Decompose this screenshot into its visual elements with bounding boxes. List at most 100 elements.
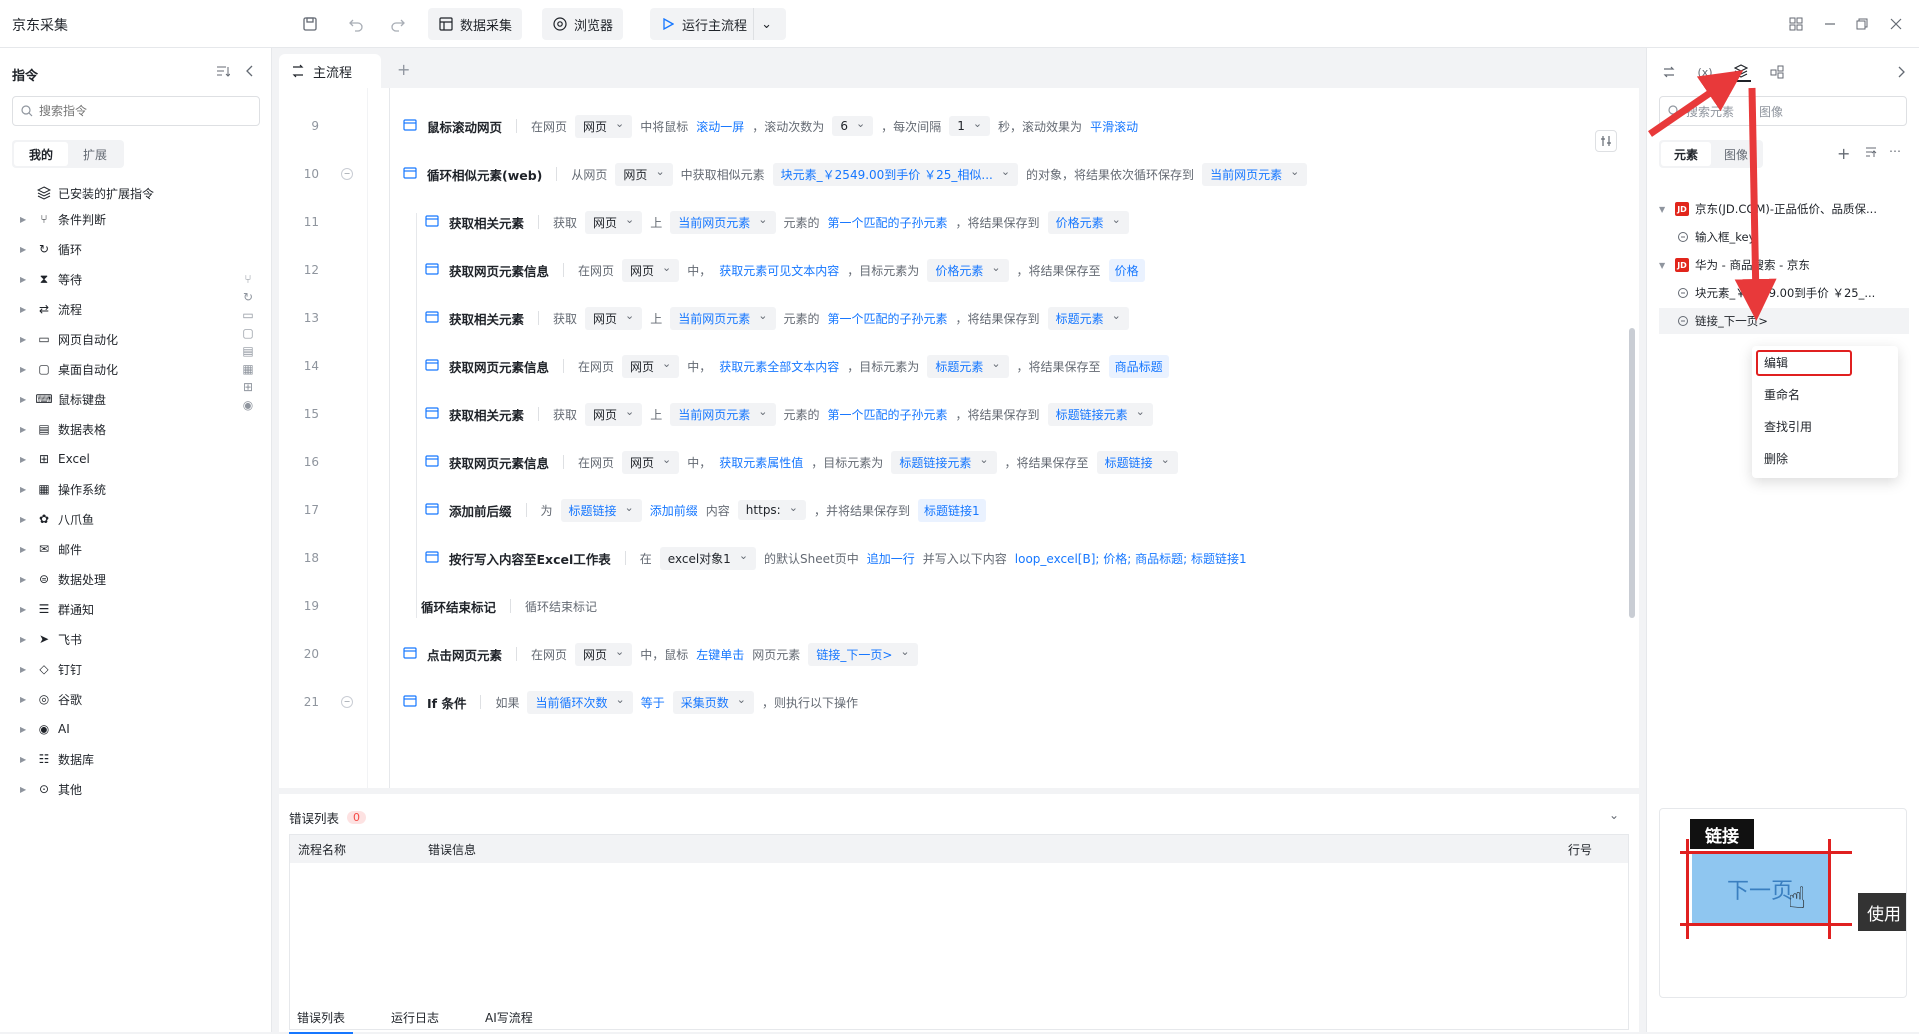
element-item[interactable]: 块元素_￥2549.00到手价 ￥25_... (1677, 280, 1919, 306)
browser-button[interactable]: 浏览器 (542, 8, 624, 40)
expand-caret-icon[interactable]: ▶ (20, 545, 30, 554)
expand-caret-icon[interactable]: ▶ (20, 395, 30, 404)
collapse-panel-chevron-icon[interactable]: ⌄ (1609, 808, 1619, 822)
category-item[interactable]: ▶ ☰ 群通知 (20, 598, 94, 620)
expand-caret-icon[interactable]: ▶ (20, 725, 30, 734)
param-dropdown[interactable]: 网页 (575, 114, 633, 138)
expand-caret-icon[interactable]: ▶ (20, 485, 30, 494)
output-variable[interactable]: 标题链接1 (917, 498, 986, 522)
category-item[interactable]: ▶ ◉ AI (20, 718, 70, 740)
os-icon[interactable]: ▦ (240, 360, 256, 378)
variable-dropdown[interactable]: 采集页数 (672, 690, 754, 714)
category-item[interactable]: ▶ ▢ 桌面自动化 (20, 358, 118, 380)
param-dropdown[interactable]: 1 (949, 116, 991, 136)
flow-step-row[interactable]: 14 获取网页元素信息 在网页网页中， 获取元素全部文本内容 ，目标元素为标题元素 ，将结… (279, 342, 1619, 390)
variable-dropdown[interactable]: 标题链接 (560, 498, 642, 522)
param-dropdown[interactable]: 网页 (622, 354, 680, 378)
expand-caret-icon[interactable]: ▶ (20, 755, 30, 764)
output-variable[interactable]: 价格 (1108, 258, 1145, 282)
flow-switch-icon[interactable] (1659, 62, 1679, 82)
undo-icon[interactable] (344, 12, 368, 36)
table-mini-icon[interactable]: ▤ (240, 342, 256, 360)
param-dropdown[interactable]: 网页 (585, 306, 643, 330)
run-options-chevron-icon[interactable]: ⌄ (753, 8, 779, 40)
category-item[interactable]: ▶ ⧗ 等待 (20, 268, 82, 290)
restore-icon[interactable] (1850, 12, 1874, 36)
branch-icon[interactable]: ⑂ (240, 270, 256, 288)
param-value[interactable]: 追加一行 (867, 550, 915, 567)
param-value[interactable]: 添加前缀 (650, 502, 698, 519)
tab-ai-write-flow[interactable]: AI写流程 (477, 1003, 541, 1034)
web-icon[interactable]: ▭ (240, 306, 256, 324)
flow-step-row[interactable]: 18 按行写入内容至Excel工作表 在 excel对象1 的默认Sheet页中追加一行… (279, 534, 1619, 582)
element-search[interactable]: 搜索元素 图像 (1659, 96, 1907, 126)
flow-step-row[interactable]: 9 鼠标滚动网页 在网页网页中将鼠标滚动一屏 ，滚动次数为 6 ，每次间隔 1 秒，滚动效果为… (279, 102, 1619, 150)
category-item[interactable]: ▶ ▤ 数据表格 (20, 418, 106, 440)
variable-dropdown[interactable]: 当前网页元素 (1202, 162, 1308, 186)
category-item[interactable]: ▶ ⊜ 数据处理 (20, 568, 106, 590)
category-item[interactable]: ▶ ↻ 循环 (20, 238, 82, 260)
expand-caret-icon[interactable]: ▶ (20, 695, 30, 704)
param-value[interactable]: 获取元素全部文本内容 (719, 358, 839, 375)
minimize-icon[interactable] (1818, 12, 1842, 36)
command-search-input[interactable] (39, 104, 239, 118)
tab-mine[interactable]: 我的 (14, 142, 68, 166)
tab-error-list[interactable]: 错误列表 (289, 1003, 354, 1034)
sort-elements-icon[interactable] (1865, 146, 1877, 158)
param-value[interactable]: loop_excel[B]; 价格; 商品标题; 标题链接1 (1015, 550, 1247, 567)
category-item[interactable]: ▶ ⊙ 其他 (20, 778, 82, 800)
expand-caret-icon[interactable]: ▶ (20, 515, 30, 524)
flow-step-row[interactable]: 21 − If 条件 如果当前循环次数等于采集页数 ，则执行以下操作 (279, 678, 1619, 726)
fold-toggle-icon[interactable]: − (341, 168, 353, 180)
category-item[interactable]: ▶ ▦ 操作系统 (20, 478, 106, 500)
editor-scrollbar[interactable] (1629, 328, 1635, 618)
param-value[interactable]: 第一个匹配的子孙元素 (828, 214, 948, 231)
variable-dropdown[interactable]: 标题元素 (1047, 306, 1129, 330)
param-dropdown[interactable]: 网页 (622, 450, 680, 474)
search-by-image[interactable]: 图像 (1750, 102, 1783, 120)
category-item[interactable]: ▶ ▭ 网页自动化 (20, 328, 118, 350)
param-value[interactable]: 第一个匹配的子孙元素 (828, 406, 948, 423)
category-item[interactable]: ▶ ⌨ 鼠标键盘 (20, 388, 106, 410)
data-collect-button[interactable]: 数据采集 (428, 8, 523, 40)
tab-run-log[interactable]: 运行日志 (383, 1003, 447, 1034)
flow-step-row[interactable]: 15 获取相关元素 获取网页上当前网页元素元素的第一个匹配的子孙元素 ，将结果保存到标… (279, 390, 1619, 438)
installed-extensions-item[interactable]: 已安装的扩展指令 (36, 182, 154, 204)
flow-step-row[interactable]: 19 循环结束标记 循环结束标记 (279, 582, 1619, 630)
element-item[interactable]: 链接_下一页> (1659, 308, 1909, 334)
param-value[interactable]: 左键单击 (696, 646, 744, 663)
expand-caret-icon[interactable]: ▶ (20, 245, 30, 254)
collapse-right-icon[interactable] (1891, 62, 1911, 82)
flow-step-row[interactable]: 10 − 循环相似元素(web) 从网页网页中获取相似元素块元素_￥2549.00到手… (279, 150, 1619, 198)
menu-find-references[interactable]: 查找引用 (1752, 410, 1898, 442)
expand-caret-icon[interactable]: ▶ (20, 305, 30, 314)
expand-caret-icon[interactable]: ▶ (20, 605, 30, 614)
variable-dropdown[interactable]: 标题链接元素 (1047, 402, 1153, 426)
variable-dropdown[interactable]: 块元素_￥2549.00到手价 ￥25_相似... (772, 162, 1019, 186)
variable-dropdown[interactable]: 标题链接元素 (891, 450, 997, 474)
param-dropdown[interactable]: 网页 (575, 642, 633, 666)
expand-caret-icon[interactable]: ▶ (20, 575, 30, 584)
expand-caret-icon[interactable]: ▶ (20, 365, 30, 374)
param-dropdown[interactable]: 网页 (585, 210, 643, 234)
run-main-button[interactable]: 运行主流程 ⌄ (650, 8, 786, 40)
menu-rename[interactable]: 重命名 (1752, 378, 1898, 410)
data-mini-icon[interactable]: ⊞ (240, 378, 256, 396)
tab-elements[interactable]: 元素 (1661, 142, 1711, 166)
command-search[interactable] (12, 96, 260, 126)
redo-icon[interactable] (386, 12, 410, 36)
expand-caret-icon[interactable]: ▶ (20, 635, 30, 644)
category-item[interactable]: ▶ ✿ 八爪鱼 (20, 508, 94, 530)
sort-icon[interactable] (216, 64, 230, 78)
param-value[interactable]: 第一个匹配的子孙元素 (828, 310, 948, 327)
tab-images[interactable]: 图像 (1711, 142, 1761, 166)
variable-dropdown[interactable]: 当前网页元素 (670, 402, 776, 426)
components-icon[interactable] (1767, 62, 1787, 82)
add-element-icon[interactable]: + (1837, 144, 1850, 163)
tab-main-flow[interactable]: 主流程 (279, 54, 381, 88)
save-icon[interactable] (298, 12, 322, 36)
menu-delete[interactable]: 删除 (1752, 442, 1898, 474)
param-dropdown[interactable]: 网页 (585, 402, 643, 426)
param-dropdown[interactable]: 网页 (622, 258, 680, 282)
close-icon[interactable] (1884, 12, 1908, 36)
